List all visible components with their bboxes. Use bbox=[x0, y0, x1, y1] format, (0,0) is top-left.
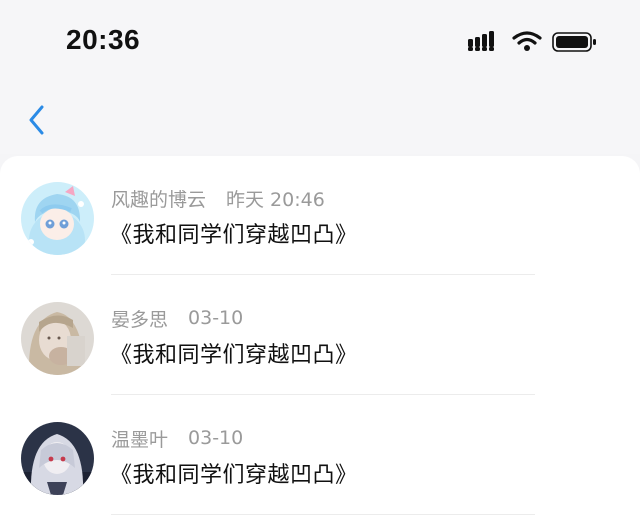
user-name[interactable]: 晏多思 bbox=[111, 305, 168, 332]
status-time: 20:36 bbox=[66, 24, 141, 55]
avatar bbox=[21, 302, 94, 375]
post-time: 昨天 20:46 bbox=[226, 188, 325, 211]
work-title[interactable]: 《我和同学们穿越凹凸》 bbox=[110, 337, 358, 369]
nav-bar bbox=[0, 90, 640, 150]
comment-list: 风趣的博云 昨天 20:46 《我和同学们穿越凹凸》 晏多思 03-10 《我和… bbox=[0, 156, 640, 518]
wifi-icon bbox=[512, 31, 542, 51]
divider bbox=[111, 394, 535, 395]
battery-icon bbox=[552, 32, 596, 52]
avatar-image bbox=[21, 422, 94, 495]
divider bbox=[111, 514, 535, 515]
user-name[interactable]: 风趣的博云 bbox=[111, 185, 206, 212]
name-row: 风趣的博云 昨天 20:46 bbox=[111, 185, 325, 211]
post-time: 03-10 bbox=[188, 307, 244, 329]
list-item[interactable]: 风趣的博云 昨天 20:46 《我和同学们穿越凹凸》 bbox=[0, 156, 640, 276]
header: 20:36 bbox=[0, 0, 640, 154]
work-title[interactable]: 《我和同学们穿越凹凸》 bbox=[110, 457, 358, 489]
signal-icon bbox=[468, 31, 494, 51]
post-time: 03-10 bbox=[188, 427, 244, 449]
status-bar: 20:36 bbox=[0, 0, 640, 80]
work-title[interactable]: 《我和同学们穿越凹凸》 bbox=[110, 217, 358, 249]
user-name[interactable]: 温墨叶 bbox=[111, 425, 168, 452]
chevron-left-icon bbox=[29, 105, 44, 135]
divider bbox=[111, 274, 535, 275]
list-item[interactable]: 温墨叶 03-10 《我和同学们穿越凹凸》 bbox=[0, 396, 640, 516]
back-button[interactable] bbox=[18, 100, 54, 140]
list-item[interactable]: 晏多思 03-10 《我和同学们穿越凹凸》 bbox=[0, 276, 640, 396]
name-row: 温墨叶 03-10 bbox=[111, 425, 243, 451]
name-row: 晏多思 03-10 bbox=[111, 305, 243, 331]
avatar-image bbox=[21, 302, 94, 375]
avatar bbox=[21, 182, 94, 255]
avatar-image bbox=[21, 182, 94, 255]
avatar bbox=[21, 422, 94, 495]
